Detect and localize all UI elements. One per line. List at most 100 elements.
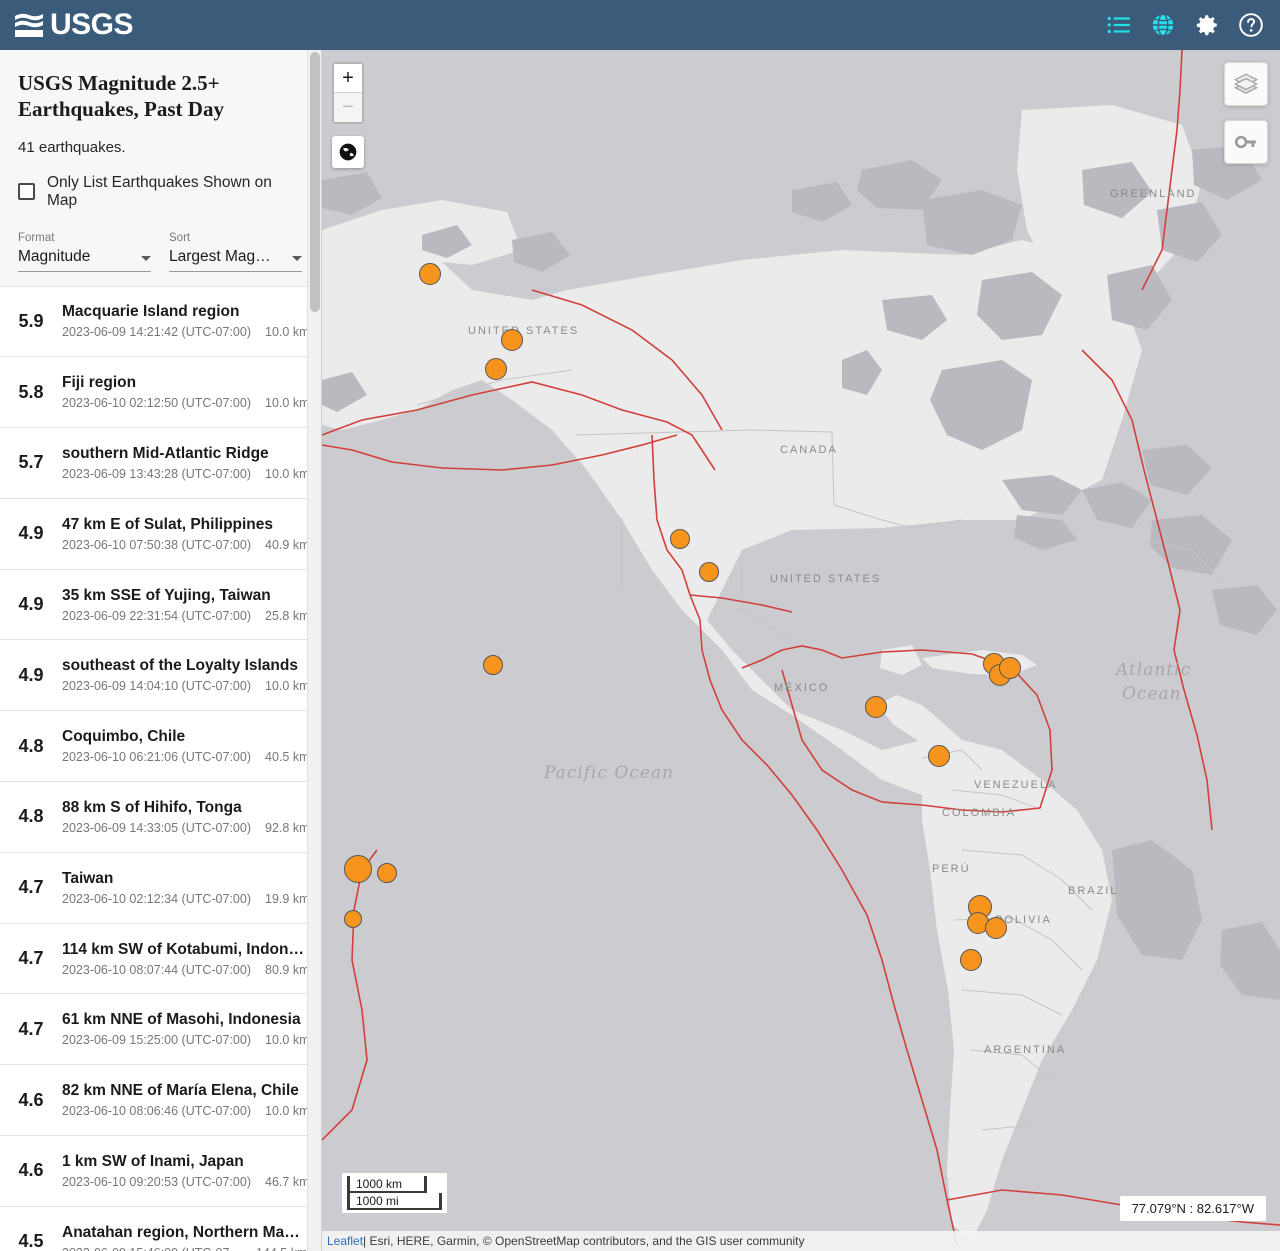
- earthquake-place: 88 km S of Hihifo, Tonga: [62, 798, 242, 816]
- earthquake-list-item[interactable]: 4.6 1 km SW of Inami, Japan 2023-06-10 09:…: [0, 1136, 321, 1207]
- earthquake-time: 2023-06-10 02:12:50 (UTC-07:00): [62, 396, 252, 411]
- usgs-logo-text: USGS: [50, 8, 134, 41]
- earthquake-list-item[interactable]: 4.5 Anatahan region, Northern Mari… 2023-0…: [0, 1206, 321, 1251]
- earthquake-list: 5.9 Macquarie Island region 2023-06-09 14:…: [0, 286, 321, 1251]
- sidebar-scrollbar-thumb[interactable]: [310, 52, 320, 312]
- attribution-text: | Esri, HERE, Garmin, © OpenStreetMap co…: [363, 1234, 805, 1248]
- list-icon[interactable]: [1106, 12, 1132, 38]
- earthquake-magnitude: 4.5: [18, 1231, 44, 1251]
- earthquake-list-item[interactable]: 4.8 88 km S of Hihifo, Tonga 2023-06-09 14…: [0, 782, 321, 853]
- reset-view-globe-button[interactable]: [332, 136, 364, 168]
- quake-marker-alaska-central[interactable]: [501, 329, 523, 351]
- earthquake-depth: 92.8 km: [265, 820, 310, 835]
- earthquake-meta: 2023-06-09 14:33:05 (UTC-07:00) 92.8 km: [62, 821, 309, 835]
- earthquake-list-item[interactable]: 4.7 114 km SW of Kotabumi, Indon… 2023-06-…: [0, 923, 321, 995]
- earthquake-list-item[interactable]: 4.9 southeast of the Loyalty Islands 2023-…: [0, 640, 321, 712]
- earthquake-place: Anatahan region, Northern Mari…: [62, 1223, 305, 1241]
- quake-marker-fiji-region[interactable]: [344, 855, 372, 883]
- earthquake-time: 2023-06-10 06:21:06 (UTC-07:00): [62, 750, 252, 765]
- sidebar-panel: USGS Magnitude 2.5+ Earthquakes, Past Da…: [0, 50, 322, 1251]
- earthquake-details: 88 km S of Hihifo, Tonga 2023-06-09 14:33…: [62, 799, 321, 835]
- chevron-down-icon: [141, 255, 151, 261]
- zoom-in-button[interactable]: +: [334, 64, 362, 93]
- earthquake-depth: 144.5 km: [256, 1246, 307, 1251]
- usgs-earthquake-app: USGS USGS Magnitude 2.5+ Earthquakes, Pa…: [0, 0, 1280, 1251]
- quake-marker-caribbean-3[interactable]: [999, 657, 1021, 679]
- usgs-logo[interactable]: USGS: [14, 8, 134, 42]
- earthquake-meta: 2023-06-09 15:46:09 (UTC-07… 144.5 km: [62, 1246, 307, 1251]
- quake-marker-alaska-peninsula[interactable]: [485, 358, 507, 380]
- quake-marker-coquimbo[interactable]: [960, 949, 982, 971]
- earthquake-list-item[interactable]: 4.9 35 km SSE of Yujing, Taiwan 2023-06-09…: [0, 569, 321, 641]
- sidebar-header: USGS Magnitude 2.5+ Earthquakes, Past Da…: [0, 50, 321, 287]
- quake-marker-pacific-mid[interactable]: [483, 655, 503, 675]
- earthquake-time: 2023-06-10 02:12:34 (UTC-07:00): [62, 891, 252, 906]
- sort-select[interactable]: Largest Magnit…: [169, 248, 302, 272]
- app-header: USGS: [0, 0, 1280, 50]
- earthquake-time: 2023-06-10 08:06:46 (UTC-07:00): [62, 1104, 252, 1119]
- zoom-out-button[interactable]: −: [334, 93, 362, 122]
- earthquake-time: 2023-06-10 09:20:53 (UTC-07:00): [62, 1174, 252, 1189]
- earthquake-time: 2023-06-10 07:50:38 (UTC-07:00): [62, 537, 252, 552]
- earthquake-meta: 2023-06-10 09:20:53 (UTC-07:00) 46.7 km: [62, 1174, 309, 1189]
- only-shown-on-map-label: Only List Earthquakes Shown on Map: [47, 173, 272, 209]
- earthquake-place: southeast of the Loyalty Islands: [62, 657, 298, 675]
- earthquake-details: 82 km NNE of María Elena, Chile 2023-06-1…: [62, 1082, 321, 1118]
- earthquake-details: 61 km NNE of Masohi, Indonesia 2023-06-09…: [62, 1011, 321, 1047]
- earthquake-meta: 2023-06-09 15:25:00 (UTC-07:00) 10.0 km: [62, 1033, 309, 1047]
- earthquake-time: 2023-06-09 22:31:54 (UTC-07:00): [62, 608, 252, 623]
- earthquake-meta: 2023-06-09 13:43:28 (UTC-07:00) 10.0 km: [62, 467, 309, 481]
- earthquake-details: southern Mid-Atlantic Ridge 2023-06-09 13…: [62, 445, 321, 481]
- earthquake-magnitude: 4.7: [18, 877, 44, 898]
- earthquake-list-item[interactable]: 4.8 Coquimbo, Chile 2023-06-10 06:21:06 (U…: [0, 711, 321, 783]
- help-icon[interactable]: [1238, 12, 1264, 38]
- earthquake-depth: 40.9 km: [265, 537, 310, 552]
- earthquake-list-item[interactable]: 4.7 61 km NNE of Masohi, Indonesia 2023-06…: [0, 994, 321, 1066]
- earthquake-place: southern Mid-Atlantic Ridge: [62, 444, 269, 462]
- earthquake-details: Macquarie Island region 2023-06-09 14:21:…: [62, 303, 321, 339]
- quake-marker-loyalty[interactable]: [344, 910, 362, 928]
- format-value: Magnitude: [18, 247, 91, 265]
- quake-marker-n-california[interactable]: [670, 529, 690, 549]
- globe-reset-icon: [339, 143, 357, 161]
- only-shown-on-map-checkbox[interactable]: [18, 183, 35, 200]
- earthquake-list-item[interactable]: 5.8 Fiji region 2023-06-10 02:12:50 (UTC-0…: [0, 357, 321, 429]
- earthquake-magnitude: 4.7: [18, 948, 44, 969]
- globe-icon[interactable]: [1150, 12, 1176, 38]
- page-title: USGS Magnitude 2.5+ Earthquakes, Past Da…: [18, 71, 224, 122]
- earthquake-place: 114 km SW of Kotabumi, Indon…: [62, 940, 304, 958]
- scale-mi: 1000 mi: [347, 1193, 442, 1210]
- quake-marker-colombia[interactable]: [928, 745, 950, 767]
- earthquake-meta: 2023-06-10 08:07:44 (UTC-07:00) 80.9 km: [62, 963, 309, 977]
- earthquake-list-item[interactable]: 4.7 Taiwan 2023-06-10 02:12:34 (UTC-07:00)…: [0, 852, 321, 924]
- earthquake-details: 114 km SW of Kotabumi, Indon… 2023-06-10 …: [62, 941, 321, 977]
- earthquake-depth: 40.5 km: [265, 750, 310, 765]
- earthquake-place: Macquarie Island region: [62, 303, 240, 321]
- sidebar-scrollbar[interactable]: [307, 50, 321, 1251]
- earthquake-details: 1 km SW of Inami, Japan 2023-06-10 09:20:…: [62, 1153, 321, 1189]
- earthquake-magnitude: 5.9: [18, 310, 44, 331]
- quake-marker-alaska-north[interactable]: [419, 263, 441, 285]
- quake-marker-baja[interactable]: [699, 562, 719, 582]
- quake-marker-el-salvador[interactable]: [865, 696, 887, 718]
- only-shown-on-map-row[interactable]: Only List Earthquakes Shown on Map: [18, 174, 303, 210]
- earthquake-list-item[interactable]: 5.9 Macquarie Island region 2023-06-09 14:…: [0, 286, 321, 358]
- earthquake-place: Taiwan: [62, 869, 114, 887]
- sort-label: Sort: [169, 231, 191, 244]
- quake-marker-tonga[interactable]: [377, 863, 397, 883]
- format-select[interactable]: Magnitude: [18, 248, 151, 272]
- earthquake-list-item[interactable]: 5.7 southern Mid-Atlantic Ridge 2023-06-09…: [0, 428, 321, 499]
- earthquake-list-item[interactable]: 4.6 82 km NNE of María Elena, Chile 2023-0…: [0, 1065, 321, 1137]
- earthquake-details: Anatahan region, Northern Mari… 2023-06-0…: [62, 1224, 321, 1251]
- map-canvas[interactable]: GREENLAND UNITED STATES CANADA UNITED STATE…: [322, 50, 1280, 1251]
- earthquake-magnitude: 4.7: [18, 1018, 44, 1039]
- legend-key-button[interactable]: [1224, 120, 1268, 164]
- earthquake-depth: 46.7 km: [265, 1174, 310, 1189]
- earthquake-depth: 10.0 km: [265, 325, 310, 340]
- gear-icon[interactable]: [1194, 12, 1220, 38]
- header-icon-group: [1106, 12, 1264, 38]
- quake-marker-chile-3[interactable]: [985, 917, 1007, 939]
- leaflet-link[interactable]: Leaflet: [327, 1234, 363, 1248]
- earthquake-list-item[interactable]: 4.9 47 km E of Sulat, Philippines 2023-06-…: [0, 498, 321, 570]
- layers-button[interactable]: [1224, 62, 1268, 106]
